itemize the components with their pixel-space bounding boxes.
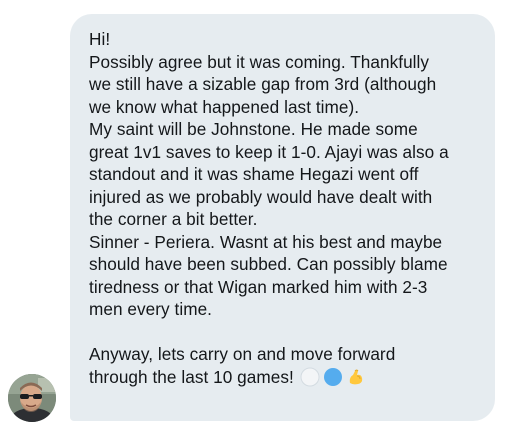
message-line: Sinner - Periera. Wasnt at his best and …	[89, 231, 443, 252]
message-line: we still have a sizable gap from 3rd (al…	[89, 74, 437, 94]
blue-circle-emoji	[323, 367, 342, 386]
message-line: Hi!	[89, 29, 111, 49]
emoji-group	[300, 367, 366, 387]
message-line: standout and it was shame Hegazi went of…	[89, 164, 419, 184]
message-bubble[interactable]: Hi! Possibly agree but it was coming. Th…	[70, 14, 495, 421]
direct-message-row: Hi! Possibly agree but it was coming. Th…	[0, 0, 514, 433]
flexed-biceps-emoji	[349, 369, 362, 384]
message-line: should have been subbed. Can possibly bl…	[89, 254, 448, 274]
sender-avatar[interactable]	[8, 374, 56, 422]
message-line: men every time.	[89, 299, 213, 319]
message-line-text: through the last 10 games!	[89, 366, 294, 387]
message-line: injured as we probably would have dealt …	[89, 186, 433, 207]
message-line: tiredness or that Wigan marked him with …	[89, 276, 428, 297]
message-line: Possibly agree but it was coming. Thankf…	[89, 51, 430, 72]
message-last-line: through the last 10 games!	[89, 366, 479, 389]
white-circle-emoji	[300, 367, 320, 386]
message-line: the corner a bit better.	[89, 209, 258, 229]
avatar-photo	[8, 374, 56, 422]
message-line: we know what happened last time).	[89, 96, 360, 117]
message-line: great 1v1 saves to keep it 1-0. Ajayi wa…	[89, 141, 449, 162]
message-line: Anyway, lets carry on and move forward	[89, 344, 396, 364]
message-line: My saint will be Johnstone. He made some	[89, 119, 418, 139]
